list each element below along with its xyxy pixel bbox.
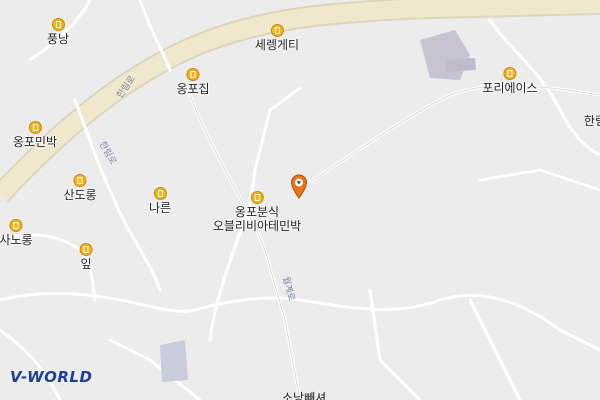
building-icon — [9, 219, 23, 232]
poi-ongpo-minbak[interactable]: 옹포민박 — [13, 121, 57, 149]
building-icon — [250, 191, 264, 204]
vworld-logo: V-WORLD — [10, 368, 93, 386]
poi-sanorong[interactable]: 사노롱 — [0, 219, 33, 247]
poi-ip[interactable]: 잎 — [79, 243, 93, 271]
building-icon — [270, 24, 284, 37]
poi-label: 풍낭 — [46, 32, 70, 46]
location-pin-icon[interactable] — [290, 174, 308, 200]
poi-ongpojip[interactable]: 옹포집 — [176, 68, 210, 96]
poi-label: 옹포집 — [176, 82, 210, 96]
building-icon — [153, 187, 167, 200]
poi-sandorong[interactable]: 산도롱 — [63, 174, 97, 202]
building-icon — [28, 121, 42, 134]
poi-pungnang[interactable]: 풍낭 — [47, 18, 69, 46]
building-icon — [73, 174, 87, 187]
poi-label: 옹포민박 — [12, 135, 58, 149]
building-icon — [51, 18, 65, 31]
poi-label: 나른 — [148, 201, 172, 215]
building-icon — [186, 68, 200, 81]
poi-label: 잎 — [80, 257, 92, 271]
map-canvas[interactable]: 풍낭 세렝게티 옹포집 포리에이스 옹포민박 산도롱 나른 옹포분식 오블리비아… — [0, 0, 600, 400]
poi-label: 세렝게티 — [254, 38, 300, 52]
poi-pori-ace[interactable]: 포리에이스 — [482, 67, 538, 95]
poi-label: 산도롱 — [63, 188, 97, 202]
edge-place-label: 한림 — [583, 114, 600, 128]
building-icon — [503, 67, 517, 80]
building-icon — [79, 243, 93, 256]
poi-label-secondary: 오블리비아테민박 — [212, 219, 302, 233]
bottom-place-label: 소낭빼셔 — [282, 391, 327, 400]
poi-serengeti[interactable]: 세렝게티 — [255, 24, 299, 52]
poi-ongpo-bunsik[interactable]: 옹포분식 오블리비아테민박 — [213, 191, 301, 233]
poi-label: 옹포분식 — [234, 205, 280, 219]
poi-label: 사노롱 — [0, 233, 33, 247]
poi-nareun[interactable]: 나른 — [149, 187, 171, 215]
poi-label: 포리에이스 — [482, 81, 538, 95]
